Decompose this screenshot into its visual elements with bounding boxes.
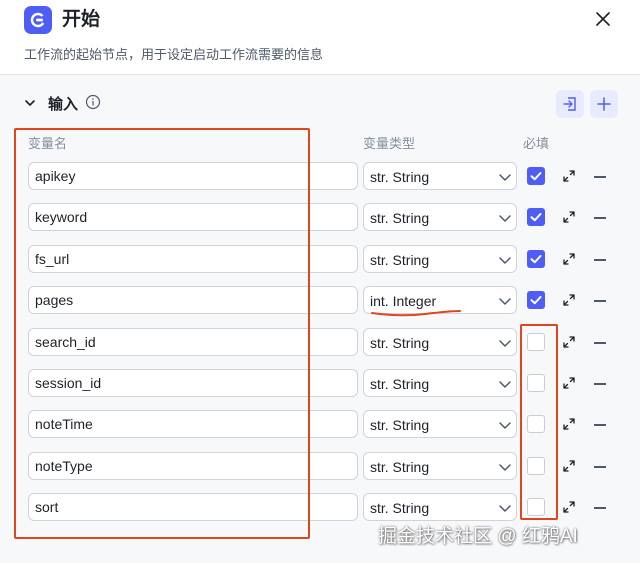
variable-row: str. String <box>0 410 640 440</box>
section-title: 输入 <box>48 96 79 113</box>
expand-icon[interactable] <box>562 417 576 431</box>
variable-name-input[interactable] <box>28 245 358 273</box>
remove-variable-button[interactable] <box>594 507 606 509</box>
chevron-down-icon <box>499 257 511 264</box>
required-checkbox[interactable] <box>527 457 545 475</box>
plus-icon <box>597 97 611 111</box>
chevron-down-icon[interactable] <box>22 95 38 111</box>
required-checkbox[interactable] <box>527 374 545 392</box>
info-icon[interactable] <box>85 94 101 110</box>
chevron-down-icon <box>499 215 511 222</box>
variable-name-input[interactable] <box>28 328 358 356</box>
variable-type-value: str. String <box>370 252 430 268</box>
variable-name-input[interactable] <box>28 162 358 190</box>
panel-header: 开始 工作流的起始节点，用于设定启动工作流需要的信息 <box>0 0 640 75</box>
variable-type-value: str. String <box>370 376 430 392</box>
variable-type-select[interactable]: str. String <box>363 203 517 231</box>
variable-type-value: str. String <box>370 417 430 433</box>
required-checkbox[interactable] <box>527 291 545 309</box>
remove-variable-button[interactable] <box>594 300 606 302</box>
remove-variable-button[interactable] <box>594 383 606 385</box>
required-checkbox[interactable] <box>527 415 545 433</box>
expand-icon[interactable] <box>562 252 576 266</box>
watermark: 掘金技术社区 @ 红鸦AI <box>378 526 578 547</box>
chevron-down-icon <box>499 174 511 181</box>
import-button[interactable] <box>556 90 584 118</box>
close-icon <box>596 12 610 26</box>
chevron-down-icon <box>499 464 511 471</box>
check-icon <box>530 213 542 222</box>
close-button[interactable] <box>592 8 614 30</box>
column-header-name: 变量名 <box>28 136 68 151</box>
import-icon <box>563 97 576 111</box>
variable-type-select[interactable]: str. String <box>363 410 517 438</box>
variable-type-value: str. String <box>370 459 430 475</box>
remove-variable-button[interactable] <box>594 466 606 468</box>
variable-type-value: str. String <box>370 500 430 516</box>
variable-row: str. String <box>0 162 640 192</box>
column-header-required: 必填 <box>523 136 550 151</box>
variable-name-input[interactable] <box>28 493 358 521</box>
chevron-down-icon <box>499 381 511 388</box>
variable-name-input[interactable] <box>28 203 358 231</box>
variable-row: str. String <box>0 369 640 399</box>
variable-type-select[interactable]: str. String <box>363 493 517 521</box>
required-checkbox[interactable] <box>527 333 545 351</box>
chevron-down-icon <box>499 298 511 305</box>
variable-row: int. Integer <box>0 286 640 316</box>
variable-type-value: str. String <box>370 210 430 226</box>
chevron-down-icon <box>499 422 511 429</box>
input-section-header: 输入 <box>22 90 622 118</box>
chevron-down-icon <box>499 340 511 347</box>
column-header-type: 变量类型 <box>363 136 416 151</box>
node-description: 工作流的起始节点，用于设定启动工作流需要的信息 <box>24 47 324 62</box>
required-checkbox[interactable] <box>527 498 545 516</box>
variable-type-select[interactable]: str. String <box>363 369 517 397</box>
expand-icon[interactable] <box>562 376 576 390</box>
variable-type-value: str. String <box>370 169 430 185</box>
node-title: 开始 <box>62 9 101 30</box>
check-icon <box>530 255 542 264</box>
check-icon <box>530 172 542 181</box>
start-node-panel: 开始 工作流的起始节点，用于设定启动工作流需要的信息 输入 变量名 变量类型 必… <box>0 0 640 563</box>
variable-name-input[interactable] <box>28 410 358 438</box>
remove-variable-button[interactable] <box>594 342 606 344</box>
variable-row: str. String <box>0 245 640 275</box>
expand-icon[interactable] <box>562 335 576 349</box>
variable-type-value: int. Integer <box>370 293 437 309</box>
variable-name-input[interactable] <box>28 369 358 397</box>
variable-name-input[interactable] <box>28 452 358 480</box>
variable-type-select[interactable]: str. String <box>363 452 517 480</box>
remove-variable-button[interactable] <box>594 176 606 178</box>
check-icon <box>530 296 542 305</box>
variable-type-select[interactable]: str. String <box>363 245 517 273</box>
expand-icon[interactable] <box>562 169 576 183</box>
variable-type-select[interactable]: str. String <box>363 328 517 356</box>
chevron-down-icon <box>499 505 511 512</box>
expand-icon[interactable] <box>562 500 576 514</box>
remove-variable-button[interactable] <box>594 217 606 219</box>
variable-name-input[interactable] <box>28 286 358 314</box>
required-checkbox[interactable] <box>527 250 545 268</box>
variable-row: str. String <box>0 203 640 233</box>
add-variable-button[interactable] <box>590 90 618 118</box>
variable-type-select[interactable]: str. String <box>363 162 517 190</box>
variable-row: str. String <box>0 493 640 523</box>
remove-variable-button[interactable] <box>594 259 606 261</box>
required-checkbox[interactable] <box>527 208 545 226</box>
required-checkbox[interactable] <box>527 167 545 185</box>
variable-type-value: str. String <box>370 335 430 351</box>
variable-row: str. String <box>0 452 640 482</box>
start-node-icon <box>24 6 52 34</box>
remove-variable-button[interactable] <box>594 424 606 426</box>
expand-icon[interactable] <box>562 210 576 224</box>
variable-row: str. String <box>0 328 640 358</box>
expand-icon[interactable] <box>562 459 576 473</box>
expand-icon[interactable] <box>562 293 576 307</box>
variable-type-select[interactable]: int. Integer <box>363 286 517 314</box>
